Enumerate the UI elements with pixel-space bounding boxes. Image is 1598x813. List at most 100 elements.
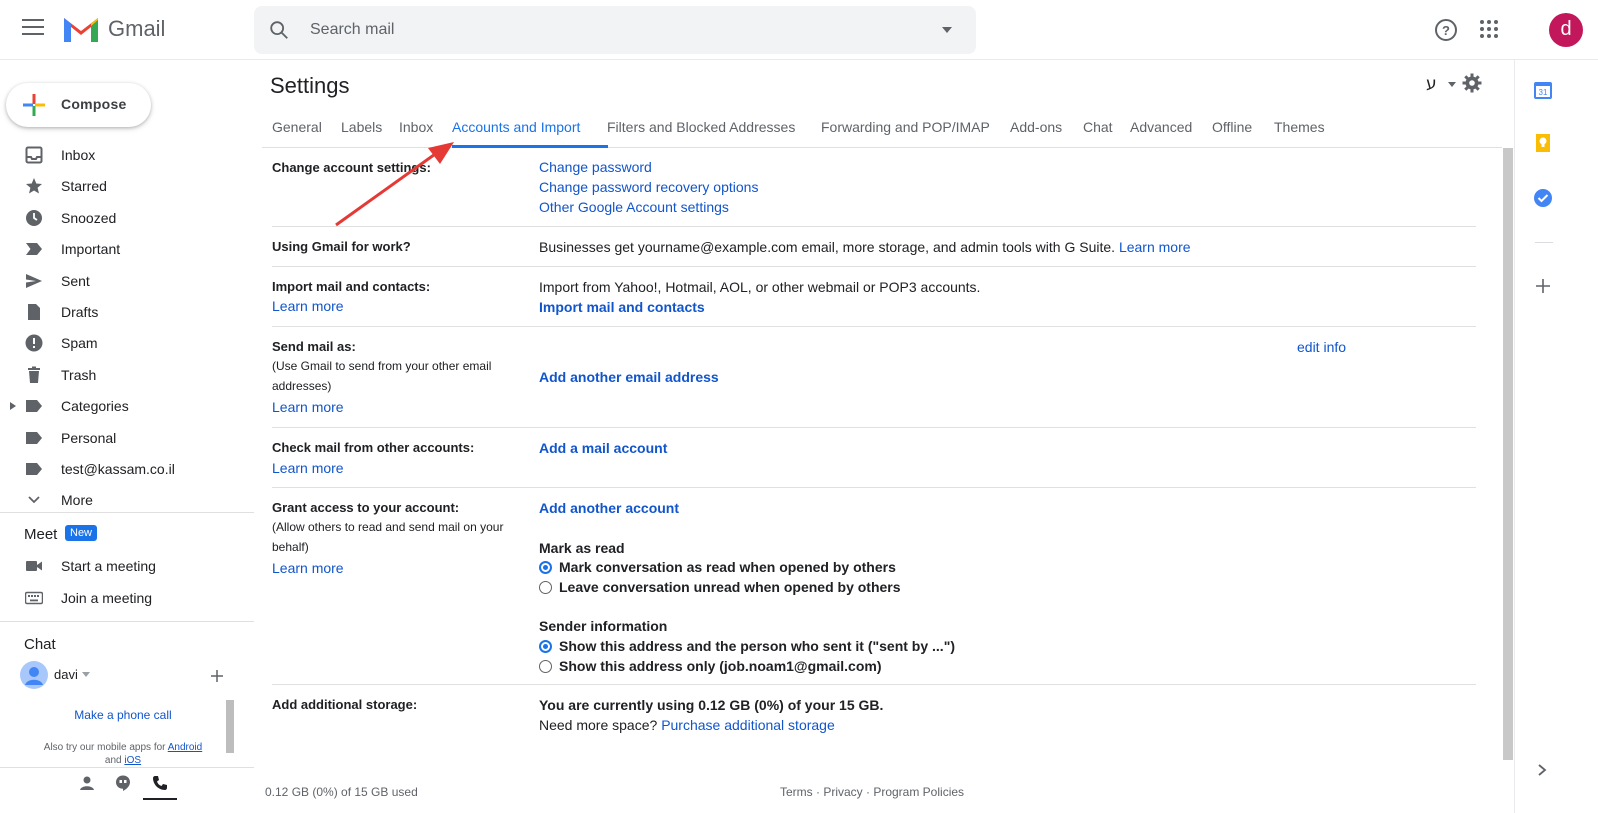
need-more-space-text: Need more space? — [539, 717, 658, 733]
settings-scrollbar[interactable] — [1503, 148, 1513, 760]
nav-item-snoozed[interactable]: Snoozed — [0, 202, 254, 234]
top-bar: Gmail Search mail ? d — [0, 0, 1598, 60]
nav-item-drafts[interactable]: Drafts — [0, 296, 254, 328]
add-chat-icon[interactable] — [210, 669, 224, 683]
footer-links[interactable]: Terms · Privacy · Program Policies — [780, 785, 964, 799]
row-gmail-work: Using Gmail for work? Businesses get you… — [272, 227, 1476, 267]
app-name: Gmail — [108, 16, 166, 41]
start-meeting-button[interactable]: Start a meeting — [0, 550, 254, 582]
tab-themes[interactable]: Themes — [1274, 119, 1325, 135]
row-check-mail: Check mail from other accounts: Learn mo… — [272, 428, 1476, 488]
gsuite-learn-more-link[interactable]: Learn more — [1119, 239, 1191, 255]
nav-item-trash[interactable]: Trash — [0, 359, 254, 391]
main-menu-icon[interactable] — [22, 19, 44, 39]
grant-learn-more-link[interactable]: Learn more — [272, 560, 344, 576]
tab-offline[interactable]: Offline — [1212, 119, 1252, 135]
change-password-link[interactable]: Change password — [539, 159, 652, 175]
change-recovery-link[interactable]: Change password recovery options — [539, 179, 758, 195]
contacts-icon[interactable] — [79, 775, 95, 791]
import-mail-contacts-link[interactable]: Import mail and contacts — [539, 299, 705, 315]
chat-user-name[interactable]: davi — [54, 667, 78, 682]
start-meeting-label: Start a meeting — [61, 558, 156, 574]
add-addon-icon[interactable] — [1533, 276, 1553, 296]
address-only-radio[interactable] — [539, 660, 552, 673]
mark-as-read-title: Mark as read — [539, 540, 625, 556]
nav-item-categories[interactable]: Categories — [0, 390, 254, 422]
meet-title: Meet — [24, 526, 58, 543]
leave-unread-option[interactable]: Leave conversation unread when opened by… — [559, 579, 901, 595]
nav-item-important[interactable]: Important — [0, 233, 254, 265]
tab-labels[interactable]: Labels — [341, 119, 382, 135]
search-input[interactable]: Search mail — [310, 21, 394, 39]
add-email-address-link[interactable]: Add another email address — [539, 369, 719, 385]
caret-down-icon[interactable] — [82, 672, 90, 677]
add-mail-account-link[interactable]: Add a mail account — [539, 440, 667, 456]
svg-text:?: ? — [1442, 23, 1450, 38]
gmail-logo[interactable]: Gmail — [62, 14, 165, 44]
edit-info-link[interactable]: edit info — [1297, 339, 1346, 355]
trash-icon — [28, 366, 40, 383]
hangouts-icon[interactable] — [115, 775, 131, 791]
calendar-icon[interactable]: 31 — [1533, 80, 1553, 100]
leave-unread-radio[interactable] — [539, 581, 552, 594]
purchase-storage-link[interactable]: Purchase additional storage — [661, 717, 835, 733]
tab-add-ons[interactable]: Add-ons — [1010, 119, 1062, 135]
join-meeting-button[interactable]: Join a meeting — [0, 582, 254, 614]
nav-label: Drafts — [61, 304, 99, 320]
google-account-settings-link[interactable]: Other Google Account settings — [539, 199, 729, 215]
import-learn-more-link[interactable]: Learn more — [272, 298, 344, 314]
chevron-right-icon[interactable] — [1537, 763, 1547, 777]
account-avatar[interactable]: d — [1549, 13, 1583, 47]
tab-accounts-and-import[interactable]: Accounts and Import — [452, 119, 580, 135]
keep-icon[interactable] — [1533, 133, 1553, 153]
ios-link[interactable]: iOS — [124, 755, 141, 766]
tab-filters[interactable]: Filters and Blocked Addresses — [607, 119, 795, 135]
send-icon — [26, 274, 42, 288]
nav-item-inbox[interactable]: Inbox — [0, 139, 254, 171]
mobile-apps-label: Also try our mobile apps for — [43, 742, 166, 753]
android-link[interactable]: Android — [168, 742, 202, 753]
nav-item-test-label[interactable]: test@kassam.co.il — [0, 453, 254, 485]
chat-panel-scrollbar[interactable] — [226, 700, 234, 753]
tab-inbox[interactable]: Inbox — [399, 119, 433, 135]
user-avatar-icon[interactable] — [20, 661, 48, 689]
sent-by-option[interactable]: Show this address and the person who sen… — [559, 638, 955, 654]
compose-button[interactable]: Compose — [6, 83, 151, 127]
chat-panel: Make a phone call Also try our mobile ap… — [20, 697, 234, 766]
nav-item-sent[interactable]: Sent — [0, 265, 254, 297]
add-another-account-link[interactable]: Add another account — [539, 500, 679, 516]
chevron-down-icon — [28, 496, 40, 504]
input-tools-caret-icon[interactable] — [1448, 82, 1456, 87]
plus-icon — [23, 94, 45, 116]
mark-read-option[interactable]: Mark conversation as read when opened by… — [559, 559, 896, 575]
make-phone-call-link[interactable]: Make a phone call — [20, 708, 226, 722]
tab-advanced[interactable]: Advanced — [1130, 119, 1192, 135]
tasks-icon[interactable] — [1533, 188, 1553, 208]
send-as-learn-more-link[interactable]: Learn more — [272, 399, 344, 415]
gear-icon[interactable] — [1462, 73, 1482, 93]
check-mail-learn-more-link[interactable]: Learn more — [272, 460, 344, 476]
input-tools-language[interactable]: ע — [1426, 74, 1437, 94]
label-icon — [26, 432, 42, 444]
nav-item-personal[interactable]: Personal — [0, 422, 254, 454]
phone-tab[interactable] — [143, 768, 177, 800]
tab-general[interactable]: General — [272, 119, 322, 135]
expand-arrow-icon[interactable] — [10, 402, 16, 410]
address-only-option[interactable]: Show this address only (job.noam1@gmail.… — [559, 658, 881, 674]
nav-label: Sent — [61, 273, 90, 289]
nav-item-starred[interactable]: Starred — [0, 170, 254, 202]
search-options-icon[interactable] — [942, 27, 952, 33]
row-send-mail-as: Send mail as: (Use Gmail to send from yo… — [272, 327, 1476, 428]
search-icon[interactable] — [268, 19, 290, 41]
sent-by-radio[interactable] — [539, 640, 552, 653]
tab-chat[interactable]: Chat — [1083, 119, 1113, 135]
gsuite-text: Businesses get yourname@example.com emai… — [539, 239, 1191, 255]
search-bar[interactable]: Search mail — [254, 6, 976, 54]
apps-grid-icon[interactable] — [1478, 18, 1500, 40]
tab-forwarding[interactable]: Forwarding and POP/IMAP — [821, 119, 990, 135]
mark-read-radio[interactable] — [539, 561, 552, 574]
mobile-apps-text-2: and iOS — [20, 755, 226, 766]
help-icon[interactable]: ? — [1434, 18, 1458, 42]
sender-info-title: Sender information — [539, 618, 668, 634]
nav-item-spam[interactable]: Spam — [0, 327, 254, 359]
